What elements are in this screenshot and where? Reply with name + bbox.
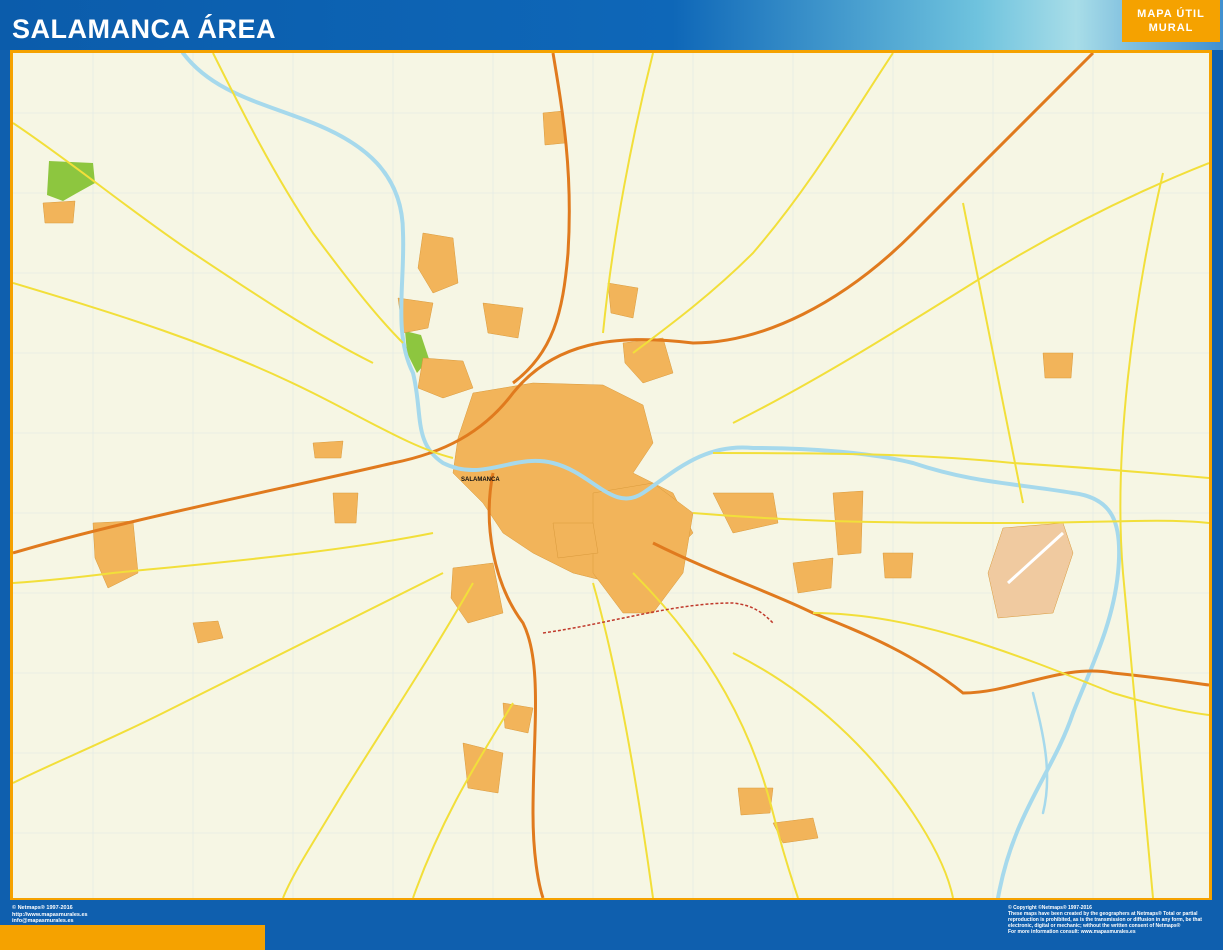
motorway-east [652, 541, 1209, 695]
brand-line-2: MURAL [1148, 22, 1194, 34]
header-bar: SALAMANCA ÁREA MAPA ÚTIL MURAL [0, 0, 1223, 50]
map-canvas[interactable]: SALAMANCA [13, 53, 1209, 898]
footer-right-line-4: For more information consult: www.mapasm… [1008, 929, 1136, 935]
footer-left-credits: © Netmaps® 1997-2016 http://www.mapasmur… [12, 905, 88, 925]
motorway-a66 [512, 53, 571, 385]
urban-areas [42, 110, 1074, 844]
railway-line [542, 602, 774, 634]
footer-left-email[interactable]: info@mapasmurales.es [12, 918, 88, 925]
footer-orange-bar [0, 925, 265, 950]
brand-line-1: MAPA ÚTIL [1137, 8, 1205, 20]
map-title: SALAMANCA ÁREA [12, 14, 276, 44]
tormes-river [181, 53, 1122, 898]
rivers [181, 53, 1122, 898]
brand-badge: MAPA ÚTIL MURAL [1122, 0, 1220, 42]
park-area [47, 161, 95, 201]
map-svg: SALAMANCA [13, 53, 1209, 898]
footer-right-notice: © Copyright ©Netmaps® 1997-2016 These ma… [1008, 905, 1213, 935]
city-label: SALAMANCA [461, 477, 500, 483]
